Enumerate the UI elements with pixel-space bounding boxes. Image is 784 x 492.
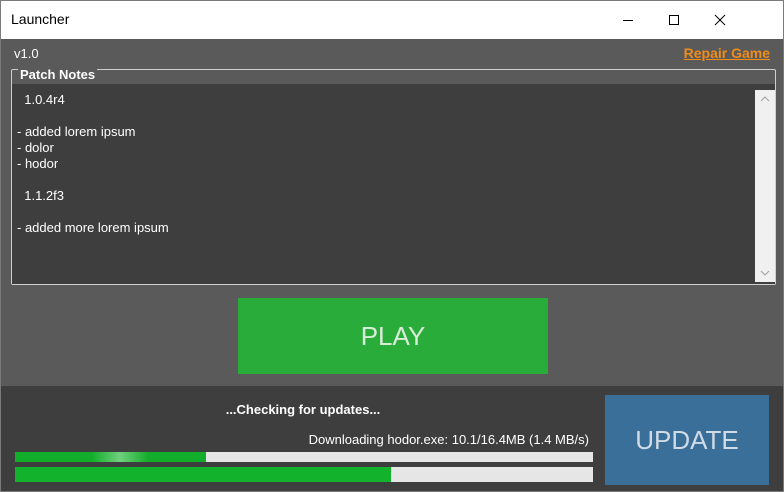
chevron-down-icon	[760, 270, 770, 276]
download-status: Downloading hodor.exe: 10.1/16.4MB (1.4 …	[308, 432, 589, 447]
window-title: Launcher	[11, 11, 70, 27]
chevron-up-icon	[760, 96, 770, 102]
title-bar[interactable]: Launcher	[1, 1, 783, 39]
close-icon	[714, 14, 726, 26]
patch-notes-text: 1.0.4r4 - added lorem ipsum - dolor - ho…	[17, 92, 169, 235]
scroll-up-button[interactable]	[755, 90, 775, 108]
update-button[interactable]: UPDATE	[605, 395, 769, 485]
file-progress-bar	[15, 452, 593, 462]
launcher-window: Launcher v1.0 Repair Game 1.0.4r4 - adde…	[0, 0, 784, 492]
maximize-icon	[669, 15, 679, 25]
update-status: ...Checking for updates...	[225, 402, 381, 417]
minimize-button[interactable]	[605, 1, 651, 39]
total-progress-fill	[15, 467, 391, 482]
patch-notes-legend: Patch Notes	[18, 67, 98, 82]
total-progress-bar	[15, 467, 593, 482]
maximize-button[interactable]	[651, 1, 697, 39]
patch-notes-box[interactable]: 1.0.4r4 - added lorem ipsum - dolor - ho…	[12, 84, 775, 284]
repair-game-link[interactable]: Repair Game	[684, 45, 770, 61]
version-label: v1.0	[14, 46, 39, 61]
patch-notes-group: 1.0.4r4 - added lorem ipsum - dolor - ho…	[11, 67, 776, 285]
scroll-down-button[interactable]	[755, 264, 775, 282]
close-button[interactable]	[697, 1, 743, 39]
play-button[interactable]: PLAY	[238, 298, 548, 374]
file-progress-fill	[15, 452, 206, 462]
patch-notes-scrollbar[interactable]	[755, 90, 775, 282]
minimize-icon	[623, 20, 633, 21]
